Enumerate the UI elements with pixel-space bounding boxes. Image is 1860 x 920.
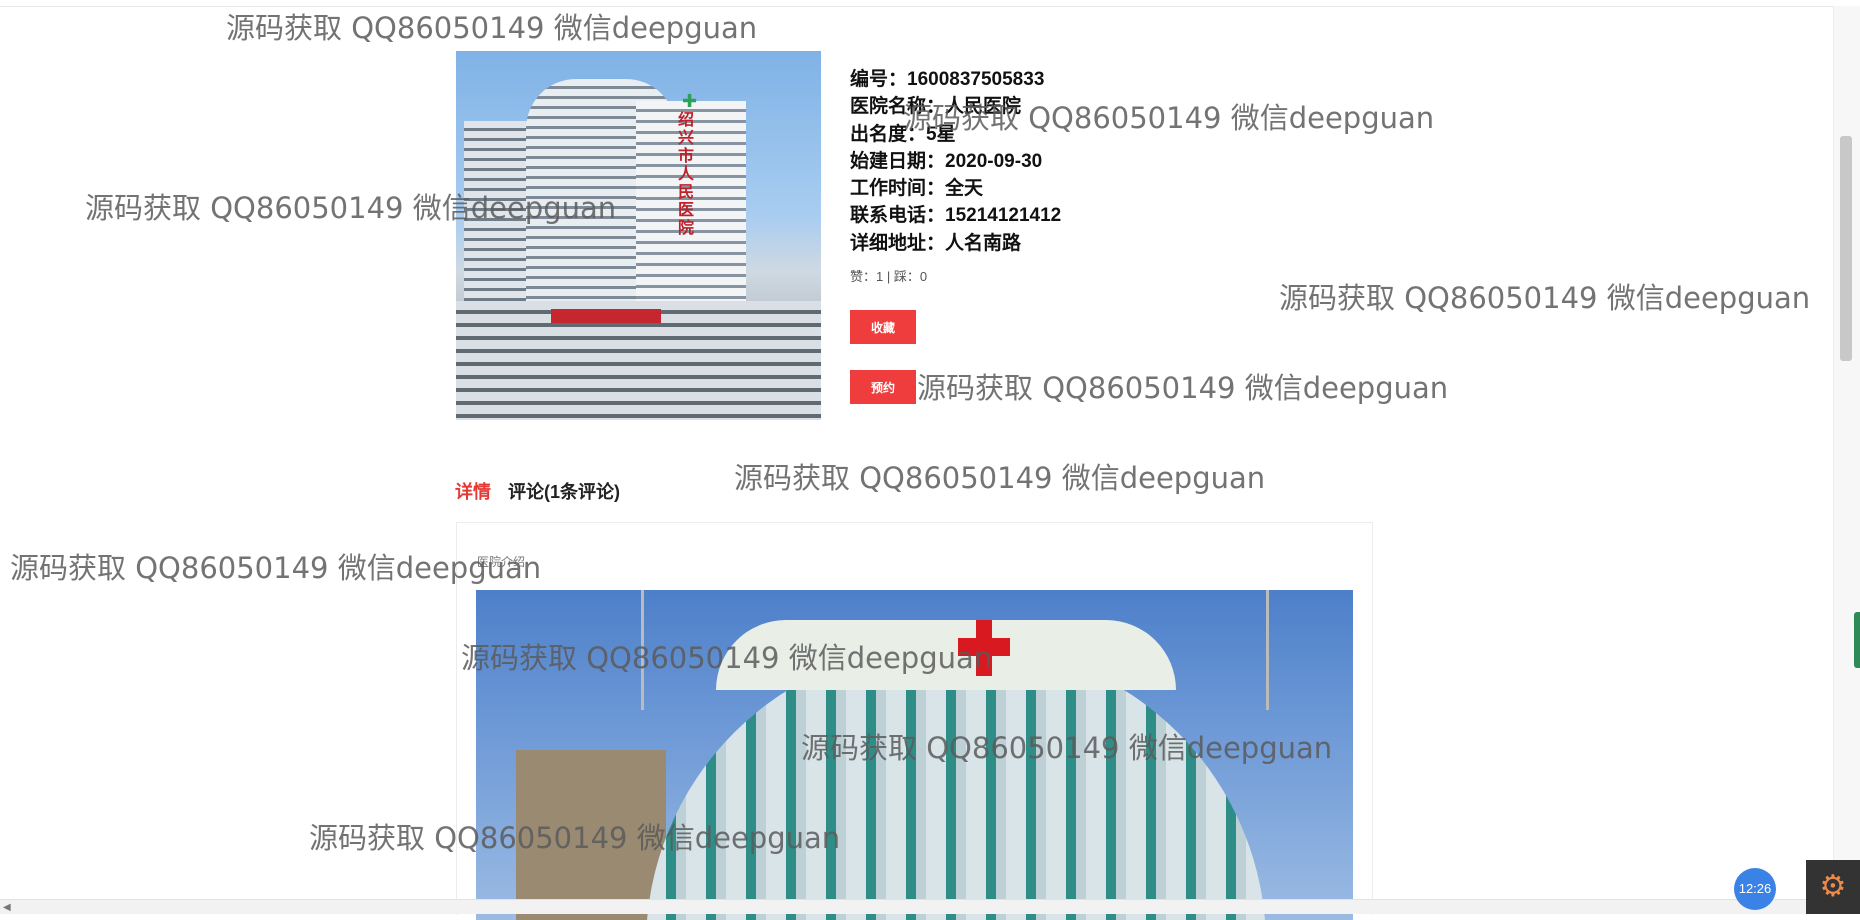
scrollbar-thumb[interactable] bbox=[1840, 136, 1852, 361]
scroll-left-arrow-icon[interactable]: ◀ bbox=[3, 902, 11, 913]
detail-panel: 医院介绍 bbox=[456, 522, 1373, 920]
book-appointment-button[interactable]: 预约 bbox=[850, 370, 916, 404]
detail-tabs: 详情 评论(1条评论) bbox=[455, 478, 632, 504]
hospital-info: 编号：1600837505833 医院名称：人民医院 出名度：5星 始建日期：2… bbox=[850, 66, 1061, 257]
info-line-id: 编号：1600837505833 bbox=[850, 69, 1045, 90]
photo-sign-text: 绍兴市人民医院 bbox=[678, 110, 695, 237]
photo-left-block bbox=[516, 750, 666, 920]
tab-details[interactable]: 详情 bbox=[455, 478, 491, 504]
taskbar-clock[interactable]: 12:26 bbox=[1734, 868, 1776, 910]
favorite-button[interactable]: 收藏 bbox=[850, 310, 916, 344]
photo-dome-top bbox=[716, 620, 1176, 690]
horizontal-scrollbar[interactable]: ◀ bbox=[0, 899, 1834, 914]
settings-gear-icon[interactable]: ⚙ bbox=[1806, 860, 1860, 914]
green-cross-icon: ✚ bbox=[682, 91, 698, 112]
info-line-hours: 工作时间：全天 bbox=[850, 178, 984, 200]
top-border bbox=[0, 0, 1834, 7]
photo-pole bbox=[1266, 590, 1269, 710]
hospital-detail-photo bbox=[476, 590, 1353, 920]
info-line-address: 详细地址：人名南路 bbox=[850, 232, 1022, 254]
info-line-founded: 始建日期：2020-09-30 bbox=[850, 150, 1043, 172]
vote-counts: 赞：1 | 踩：0 bbox=[850, 269, 928, 284]
photo-red-sign bbox=[551, 309, 661, 323]
watermark: 源码获取 QQ86050149 微信deepguan bbox=[734, 461, 1266, 495]
edge-tab[interactable] bbox=[1854, 612, 1860, 668]
info-line-rating: 出名度：5星 bbox=[850, 123, 956, 145]
watermark: 源码获取 QQ86050149 微信deepguan bbox=[917, 371, 1449, 405]
photo-pole bbox=[641, 590, 644, 710]
info-line-phone: 联系电话：15214121412 bbox=[850, 205, 1062, 227]
tab-comments[interactable]: 评论(1条评论) bbox=[508, 478, 620, 504]
watermark: 源码获取 QQ86050149 微信deepguan bbox=[1279, 281, 1811, 315]
hospital-photo: ✚ 绍兴市人民医院 bbox=[456, 51, 821, 420]
vertical-scrollbar[interactable] bbox=[1833, 6, 1860, 906]
watermark: 源码获取 QQ86050149 微信deepguan bbox=[226, 11, 758, 45]
info-line-name: 医院名称：人民医院 bbox=[850, 96, 1022, 118]
detail-caption: 医院介绍 bbox=[477, 555, 526, 569]
red-cross-icon-bar bbox=[958, 638, 1010, 656]
